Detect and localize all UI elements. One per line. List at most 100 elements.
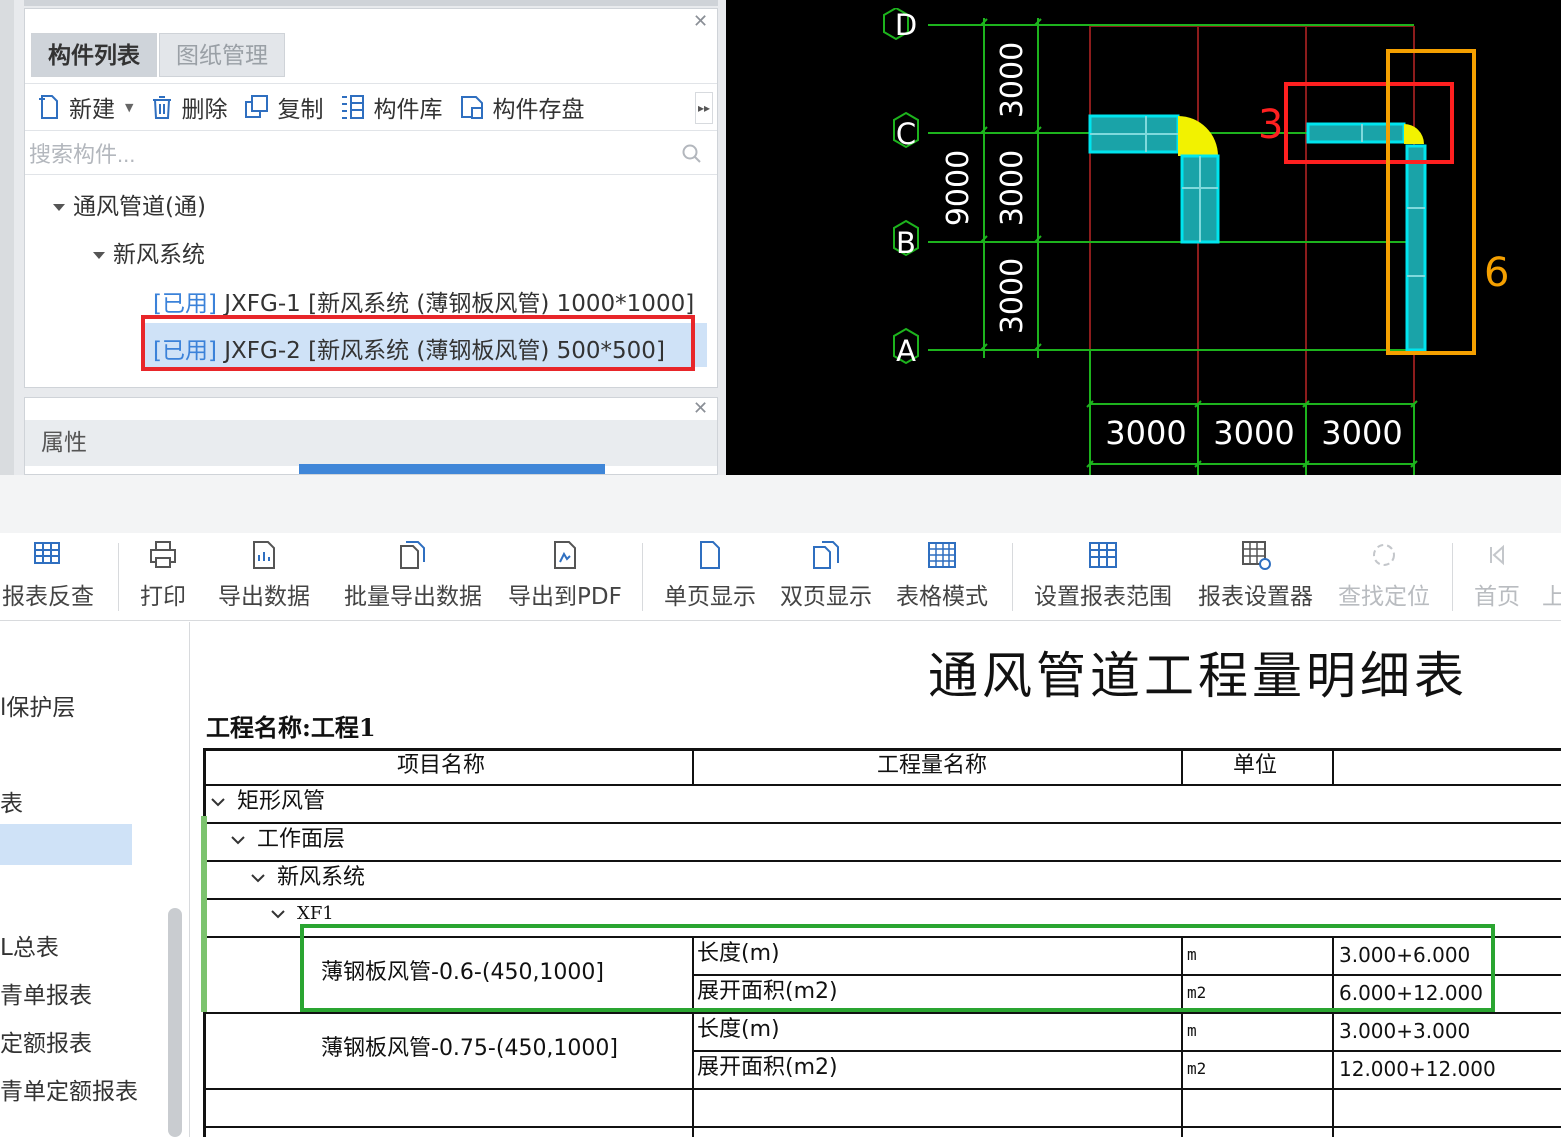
table-mode-button[interactable]: 表格模式	[896, 539, 988, 611]
double-page-label: 双页显示	[780, 584, 872, 610]
tree-item-label: JXFG-1 [新风系统 (薄钢板风管) 1000*1000]	[216, 291, 695, 317]
find-locate-label: 查找定位	[1338, 584, 1430, 610]
group-label: 工作面层	[257, 827, 346, 852]
close-icon[interactable]: ✕	[693, 13, 708, 31]
nav-item-table[interactable]: 表	[0, 784, 23, 818]
print-icon	[150, 541, 176, 568]
report-sheet: 通风管道工程量明细表 工程名称:工程1 项目名称 工程量名称 单位 矩形风管 工…	[192, 622, 1561, 1137]
nav-item-bill-report[interactable]: 青单报表	[0, 976, 92, 1010]
first-page-button[interactable]: 首页	[1474, 539, 1520, 611]
dim-v-cb: 3000	[995, 150, 1030, 226]
new-button[interactable]: 新建 ▼	[35, 90, 133, 124]
tree-node-fresh-air-system[interactable]: 新风系统	[93, 235, 205, 269]
copy-label: 复制	[277, 97, 324, 123]
nav-item-protective-layer[interactable]: l保护层	[0, 688, 75, 722]
properties-title: 属性	[25, 420, 717, 466]
single-page-icon	[700, 541, 720, 569]
table-line	[203, 822, 1561, 824]
toolbar-separator	[1452, 543, 1453, 611]
double-page-button[interactable]: 双页显示	[780, 539, 872, 611]
print-label: 打印	[140, 584, 186, 610]
tree-item-jxfg-1[interactable]: [已用] JXFG-1 [新风系统 (薄钢板风管) 1000*1000]	[153, 284, 694, 318]
previous-page-button[interactable]: 上	[1542, 539, 1561, 611]
toolbar-overflow-icon[interactable]: ▸▸	[695, 92, 713, 124]
duct-jxfg-1[interactable]	[1088, 114, 1220, 244]
export-data-label: 导出数据	[218, 584, 310, 610]
orange-annotation-label: 6	[1484, 250, 1509, 296]
nav-item-quota-report[interactable]: 定额报表	[0, 1024, 92, 1058]
expand-caret-icon[interactable]	[93, 252, 105, 259]
report-settings-button[interactable]: 报表设置器	[1198, 539, 1313, 611]
header-item-name[interactable]: 项目名称	[397, 755, 485, 777]
value-cell: 3.000+3.000	[1339, 1019, 1471, 1043]
report-range-label: 设置报表范围	[1034, 584, 1172, 610]
copy-button[interactable]: 复制	[243, 90, 323, 124]
search-icon[interactable]	[681, 143, 703, 165]
table-border	[203, 748, 1561, 751]
value-cell: 12.000+12.000	[1339, 1057, 1496, 1081]
axis-label-d: D	[895, 8, 917, 42]
component-toolbar: 新建 ▼ 删除 复制 构件库 构件存盘 ▸▸	[25, 83, 717, 131]
report-toolbar: 报表反查 打印 导出数据 批量导出数据 导出到PDF 单页显示 双页显示 表格模…	[0, 533, 1561, 621]
table-mode-icon	[928, 542, 956, 568]
component-save-button[interactable]: 构件存盘	[458, 90, 584, 124]
group-row-rect-duct[interactable]: 矩形风管	[211, 791, 325, 813]
report-lookup-button[interactable]: 报表反查	[2, 539, 94, 611]
table-line	[203, 860, 1561, 862]
chevron-down-icon[interactable]	[211, 795, 225, 809]
duct-jxfg-2[interactable]	[1306, 122, 1427, 352]
chevron-down-icon[interactable]	[231, 833, 245, 847]
nav-scrollbar[interactable]	[168, 908, 182, 1137]
table-line	[203, 1126, 1561, 1128]
group-row-fresh-air[interactable]: 新风系统	[251, 867, 365, 889]
group-row-xf1[interactable]: XF1	[271, 905, 334, 923]
properties-selected-bar	[299, 464, 605, 474]
table-line	[1181, 748, 1183, 784]
group-row-work-layer[interactable]: 工作面层	[231, 829, 345, 851]
dim-h-1: 3000	[1105, 414, 1186, 452]
report-range-button[interactable]: 设置报表范围	[1034, 539, 1172, 611]
first-page-label: 首页	[1474, 584, 1520, 610]
header-unit[interactable]: 单位	[1233, 755, 1277, 777]
red-annotation-box	[141, 315, 695, 371]
print-button[interactable]: 打印	[140, 539, 186, 611]
nav-item-summary[interactable]: L总表	[0, 928, 59, 962]
find-locate-button[interactable]: 查找定位	[1338, 539, 1430, 611]
red-annotation-label: 3	[1258, 102, 1283, 148]
report-lookup-label: 报表反查	[2, 584, 94, 610]
chevron-down-icon[interactable]	[271, 907, 285, 921]
batch-export-button[interactable]: 批量导出数据	[344, 539, 482, 611]
report-range-icon	[1089, 542, 1117, 568]
export-data-button[interactable]: 导出数据	[218, 539, 310, 611]
copy-icon	[245, 95, 269, 118]
tab-component-list[interactable]: 构件列表	[31, 33, 157, 77]
cad-viewport[interactable]: D C B A 3000 3000 3000 9000 3000 3000 30…	[726, 0, 1561, 475]
table-line	[692, 748, 694, 784]
expand-caret-icon[interactable]	[53, 204, 65, 211]
quantity-name-cell: 长度(m)	[697, 1017, 780, 1042]
header-quantity-name[interactable]: 工程量名称	[877, 755, 987, 777]
single-page-button[interactable]: 单页显示	[664, 539, 756, 611]
export-pdf-button[interactable]: 导出到PDF	[508, 539, 622, 611]
batch-export-icon	[400, 541, 425, 569]
delete-label: 删除	[181, 97, 228, 123]
tree-node-ventilation-duct[interactable]: 通风管道(通)	[53, 187, 206, 221]
project-name: 工程名称:工程1	[206, 713, 376, 742]
cad-drawing: D C B A 3000 3000 3000 9000 3000 3000 30…	[883, 8, 1509, 475]
close-icon[interactable]: ✕	[693, 400, 708, 418]
tab-drawing-management[interactable]: 图纸管理	[159, 33, 285, 77]
new-file-icon	[39, 95, 58, 119]
nav-item-bill-quota-report[interactable]: 青单定额报表	[0, 1072, 138, 1106]
chevron-down-icon[interactable]	[251, 871, 265, 885]
double-page-icon	[813, 541, 839, 569]
dropdown-caret-icon[interactable]: ▼	[125, 101, 133, 114]
table-line	[692, 1050, 1561, 1052]
component-library-button[interactable]: 构件库	[339, 90, 442, 124]
item-name-cell: 薄钢板风管-0.75-(450,1000]	[321, 1036, 619, 1061]
component-search	[25, 135, 717, 175]
delete-button[interactable]: 删除	[149, 90, 227, 124]
search-input[interactable]	[29, 141, 669, 169]
orange-annotation-box	[1386, 49, 1476, 355]
table-mode-label: 表格模式	[896, 584, 988, 610]
unit-cell: m2	[1187, 1059, 1207, 1078]
